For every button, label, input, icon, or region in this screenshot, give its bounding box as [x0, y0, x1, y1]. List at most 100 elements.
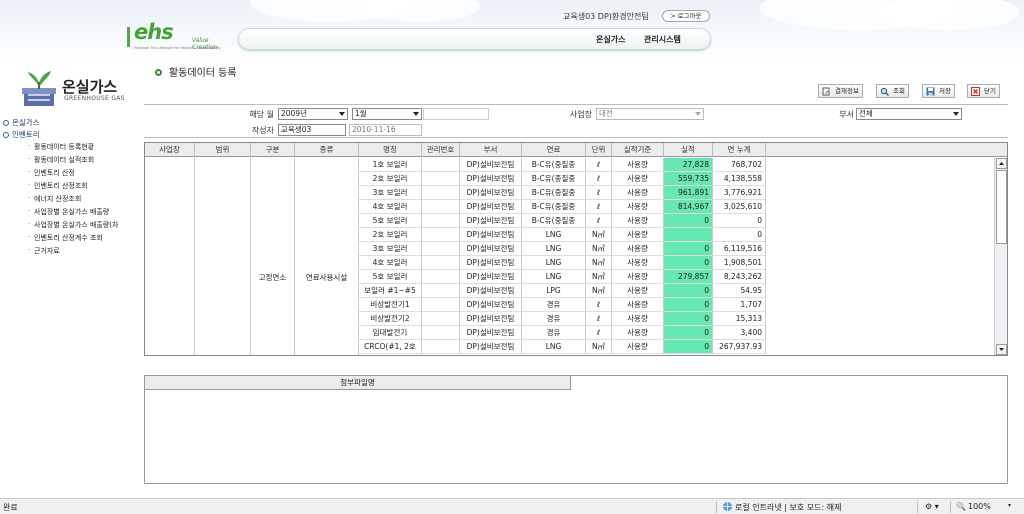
grid-cell-actual[interactable]: 0	[664, 284, 713, 298]
grid-cell-actual[interactable]: 0	[664, 298, 713, 312]
grid-cell-dept: DP)설비보전팀	[460, 298, 522, 312]
grid-cell-unit: N㎥	[586, 340, 612, 354]
menu-item-inventory-calc-search[interactable]: 인벤토리 산정조회	[28, 181, 88, 191]
grid-cell-basis: 사용량	[612, 172, 664, 186]
grid-cell-actual[interactable]: 0	[664, 242, 713, 256]
grid-cell-fuel: LPG	[522, 284, 586, 298]
menu-item-energy-calc-search[interactable]: 에너지 산정조회	[28, 194, 81, 204]
nav-item-ghg[interactable]: 온실가스	[596, 34, 625, 45]
column-header[interactable]: 부서	[460, 143, 522, 157]
menu-item-site-emissions[interactable]: 사업장별 온실가스 배출량	[28, 207, 109, 217]
nav-item-management[interactable]: 관리시스템	[644, 34, 681, 45]
security-zone[interactable]: 로컬 인트라넷 | 보호 모드: 해제	[735, 502, 841, 513]
grid-cell-actual[interactable]: 559,735	[664, 172, 713, 186]
grid-cell-name: 2호 보일러	[359, 228, 422, 242]
menu-item-evidence[interactable]: 근거자료	[28, 246, 60, 256]
column-header[interactable]: 명칭	[359, 143, 422, 157]
grid-cell-actual[interactable]: 0	[664, 340, 713, 354]
menu-section-label: 인벤토리	[12, 130, 40, 139]
grid-cell-actual[interactable]: 27,828	[664, 158, 713, 172]
menu-item-site-emissions-2[interactable]: 사업장별 온실가스 배출량(차	[28, 220, 119, 230]
grid-cell-basis: 사용량	[612, 326, 664, 340]
grid-cell-actual[interactable]	[664, 228, 713, 242]
site-label: 사업장	[569, 110, 592, 119]
column-header[interactable]: 종류	[295, 143, 359, 157]
menu-item-activity-status[interactable]: 활동데이터 등록현황	[28, 142, 94, 152]
close-button[interactable]: 닫기	[967, 84, 1000, 98]
grid-cell-actual[interactable]: 0	[664, 312, 713, 326]
circle-bullet-icon	[3, 132, 9, 138]
grid-cell-actual[interactable]: 814,967	[664, 200, 713, 214]
grid-cell-cum: 267,937.93	[713, 340, 766, 354]
grid-cell-mgmt	[422, 214, 460, 228]
triangle-up-icon	[999, 162, 1004, 165]
menu-section-ghg[interactable]: 온실가스	[3, 117, 40, 128]
edit-document-icon	[822, 87, 830, 96]
chevron-down-icon[interactable]: ▾	[1008, 502, 1011, 509]
zoom-level[interactable]: 100%	[968, 502, 991, 511]
scroll-thumb[interactable]	[996, 170, 1007, 244]
grid-cell-basis: 사용량	[612, 312, 664, 326]
approval-info-button[interactable]: 결재정보	[818, 84, 863, 98]
grid-cell-name: 3호 보일러	[359, 186, 422, 200]
search-label: 조회	[893, 87, 905, 95]
grid-cell-fuel: LNG	[522, 256, 586, 270]
save-button[interactable]: 저장	[922, 84, 955, 98]
ehs-logo[interactable]: ehs Value Creation Hankook Tire Lifestyl…	[127, 20, 227, 51]
grid-cell-basis: 사용량	[612, 214, 664, 228]
site-merged-cell	[145, 158, 195, 355]
column-header[interactable]: 연 누계	[713, 143, 766, 157]
grid-cell-mgmt	[422, 298, 460, 312]
grid-cell-dept: DP)설비보전팀	[460, 326, 522, 340]
activity-data-grid: 사업장 범위 구분 종류 명칭 관리번호 부서 연료 단위 실적기준 실적 연 …	[144, 142, 1008, 356]
menu-section-inventory[interactable]: 인벤토리	[3, 129, 40, 140]
column-header[interactable]: 관리번호	[422, 143, 460, 157]
column-header[interactable]: 단위	[586, 143, 612, 157]
grid-cell-mgmt	[422, 172, 460, 186]
grid-cell-actual[interactable]: 279,857	[664, 270, 713, 284]
scroll-up-button[interactable]	[996, 158, 1007, 169]
logout-button[interactable]: > 로그아웃	[662, 10, 710, 22]
grid-cell-dept: DP)설비보전팀	[460, 312, 522, 326]
top-navigation: 온실가스 관리시스템	[238, 28, 711, 50]
grid-cell-unit: N㎥	[586, 256, 612, 270]
grid-cell-dept: DP)설비보전팀	[460, 256, 522, 270]
column-header[interactable]: 구분	[251, 143, 295, 157]
vertical-scrollbar[interactable]	[994, 158, 1007, 355]
date-field[interactable]: 2010-11-16	[349, 124, 422, 136]
grid-cell-fuel: LNG	[522, 270, 586, 284]
grid-cell-basis: 사용량	[612, 298, 664, 312]
author-field[interactable]: 교육생03	[278, 124, 346, 136]
menu-item-activity-results[interactable]: 활동데이터 실적조회	[28, 155, 94, 165]
grid-cell-name: 2호 보일러	[359, 172, 422, 186]
grid-cell-mgmt	[422, 158, 460, 172]
grid-cell-dept: DP)설비보전팀	[460, 284, 522, 298]
site-value: 대전	[599, 109, 613, 118]
menu-item-inventory-calc[interactable]: 인벤토리 산정	[28, 168, 75, 178]
column-header[interactable]: 연료	[522, 143, 586, 157]
month-select[interactable]: 1월	[352, 108, 422, 120]
grid-cell-actual[interactable]: 961,891	[664, 186, 713, 200]
grid-cell-actual[interactable]: 0	[664, 326, 713, 340]
search-button[interactable]: 조회	[876, 84, 909, 98]
grid-cell-unit: N㎥	[586, 284, 612, 298]
year-select[interactable]: 2009년	[278, 108, 348, 120]
grid-cell-dept: DP)설비보전팀	[460, 270, 522, 284]
grid-cell-basis: 사용량	[612, 200, 664, 214]
menu-item-inventory-factors[interactable]: 인벤토리 산정계수 조회	[28, 233, 103, 243]
column-header[interactable]: 실적기준	[612, 143, 664, 157]
site-select[interactable]: 대전	[596, 108, 704, 120]
grid-cell-actual[interactable]: 0	[664, 214, 713, 228]
protected-mode-icon[interactable]: ⚙ ▾	[925, 502, 939, 511]
grid-cell-dept: DP)설비보전팀	[460, 186, 522, 200]
column-header[interactable]: 범위	[195, 143, 251, 157]
grid-cell-fuel: B-C유(중질중	[522, 200, 586, 214]
scroll-down-button[interactable]	[996, 344, 1007, 355]
grid-cell-actual[interactable]: 0	[664, 256, 713, 270]
greenhouse-icon	[22, 71, 56, 106]
grid-header: 사업장 범위 구분 종류 명칭 관리번호 부서 연료 단위 실적기준 실적 연 …	[145, 143, 1007, 157]
department-select[interactable]: 전체	[856, 108, 962, 120]
author-value: 교육생03	[281, 125, 312, 134]
column-header[interactable]: 실적	[664, 143, 713, 157]
column-header[interactable]: 사업장	[145, 143, 195, 157]
